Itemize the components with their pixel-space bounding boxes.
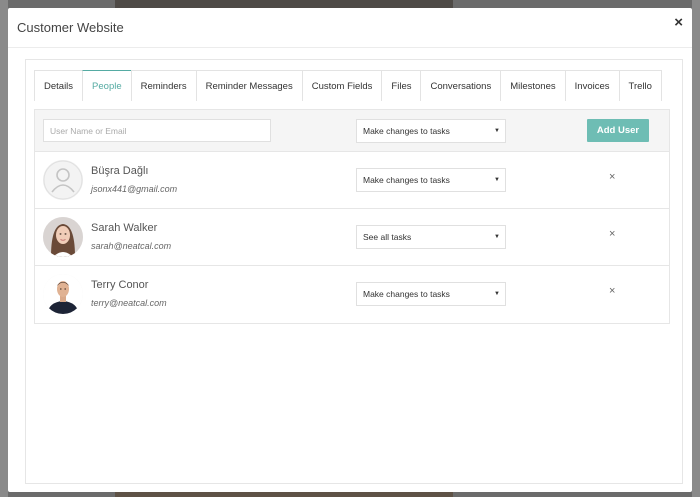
person-email: jsonx441@gmail.com	[91, 184, 178, 194]
modal-title: Customer Website	[17, 20, 124, 35]
tab-trello[interactable]: Trello	[618, 70, 662, 101]
background-page-left-edge	[0, 0, 8, 497]
add-user-button[interactable]: Add User	[587, 119, 649, 142]
person-permission-select[interactable]: Make changes to tasks ▼	[356, 282, 506, 306]
select-value: See all tasks	[363, 232, 412, 242]
person-email: sarah@neatcal.com	[91, 241, 172, 251]
select-value: Make changes to tasks	[363, 126, 450, 136]
caret-down-icon: ▼	[494, 128, 500, 134]
terry-avatar	[43, 274, 83, 314]
tab-conversations[interactable]: Conversations	[420, 70, 502, 101]
tab-reminders[interactable]: Reminders	[130, 70, 197, 101]
people-table: Make changes to tasks ▼ Add User Büşra D…	[34, 109, 670, 324]
tab-files[interactable]: Files	[381, 70, 422, 101]
tab-details[interactable]: Details	[34, 70, 84, 101]
table-row: Sarah Walker sarah@neatcal.com See all t…	[35, 209, 669, 266]
person-permission-select[interactable]: See all tasks ▼	[356, 225, 506, 249]
person-name: Büşra Dağlı	[91, 165, 149, 177]
tab-invoices[interactable]: Invoices	[564, 70, 620, 101]
tab-reminder-messages[interactable]: Reminder Messages	[195, 70, 303, 101]
tab-milestones[interactable]: Milestones	[500, 70, 566, 101]
tab-bar: Details People Reminders Reminder Messag…	[34, 70, 662, 101]
caret-down-icon: ▼	[494, 177, 500, 183]
tab-people[interactable]: People	[82, 70, 132, 101]
add-user-row: Make changes to tasks ▼ Add User	[35, 110, 669, 152]
background-image-top	[115, 0, 453, 8]
background-page-right-edge	[692, 0, 700, 497]
remove-user-icon[interactable]: ×	[609, 171, 615, 183]
table-row: Büşra Dağlı jsonx441@gmail.com Make chan…	[35, 152, 669, 209]
caret-down-icon: ▼	[494, 291, 500, 297]
table-row: Terry Conor terry@neatcal.com Make chang…	[35, 266, 669, 323]
user-search-input[interactable]	[43, 119, 271, 142]
remove-user-icon[interactable]: ×	[609, 285, 615, 297]
modal-body-panel: Details People Reminders Reminder Messag…	[25, 59, 683, 484]
tab-custom-fields[interactable]: Custom Fields	[301, 70, 383, 101]
customer-modal: Customer Website × Details People Remind…	[8, 8, 692, 492]
default-avatar-icon	[43, 160, 83, 200]
person-name: Terry Conor	[91, 279, 149, 291]
remove-user-icon[interactable]: ×	[609, 228, 615, 240]
caret-down-icon: ▼	[494, 234, 500, 240]
person-email: terry@neatcal.com	[91, 298, 167, 308]
close-icon[interactable]: ×	[674, 14, 683, 31]
modal-header: Customer Website ×	[8, 8, 692, 48]
person-name: Sarah Walker	[91, 222, 158, 234]
person-permission-select[interactable]: Make changes to tasks ▼	[356, 168, 506, 192]
select-value: Make changes to tasks	[363, 175, 450, 185]
new-user-permission-select[interactable]: Make changes to tasks ▼	[356, 119, 506, 143]
select-value: Make changes to tasks	[363, 289, 450, 299]
sarah-avatar	[43, 217, 83, 257]
